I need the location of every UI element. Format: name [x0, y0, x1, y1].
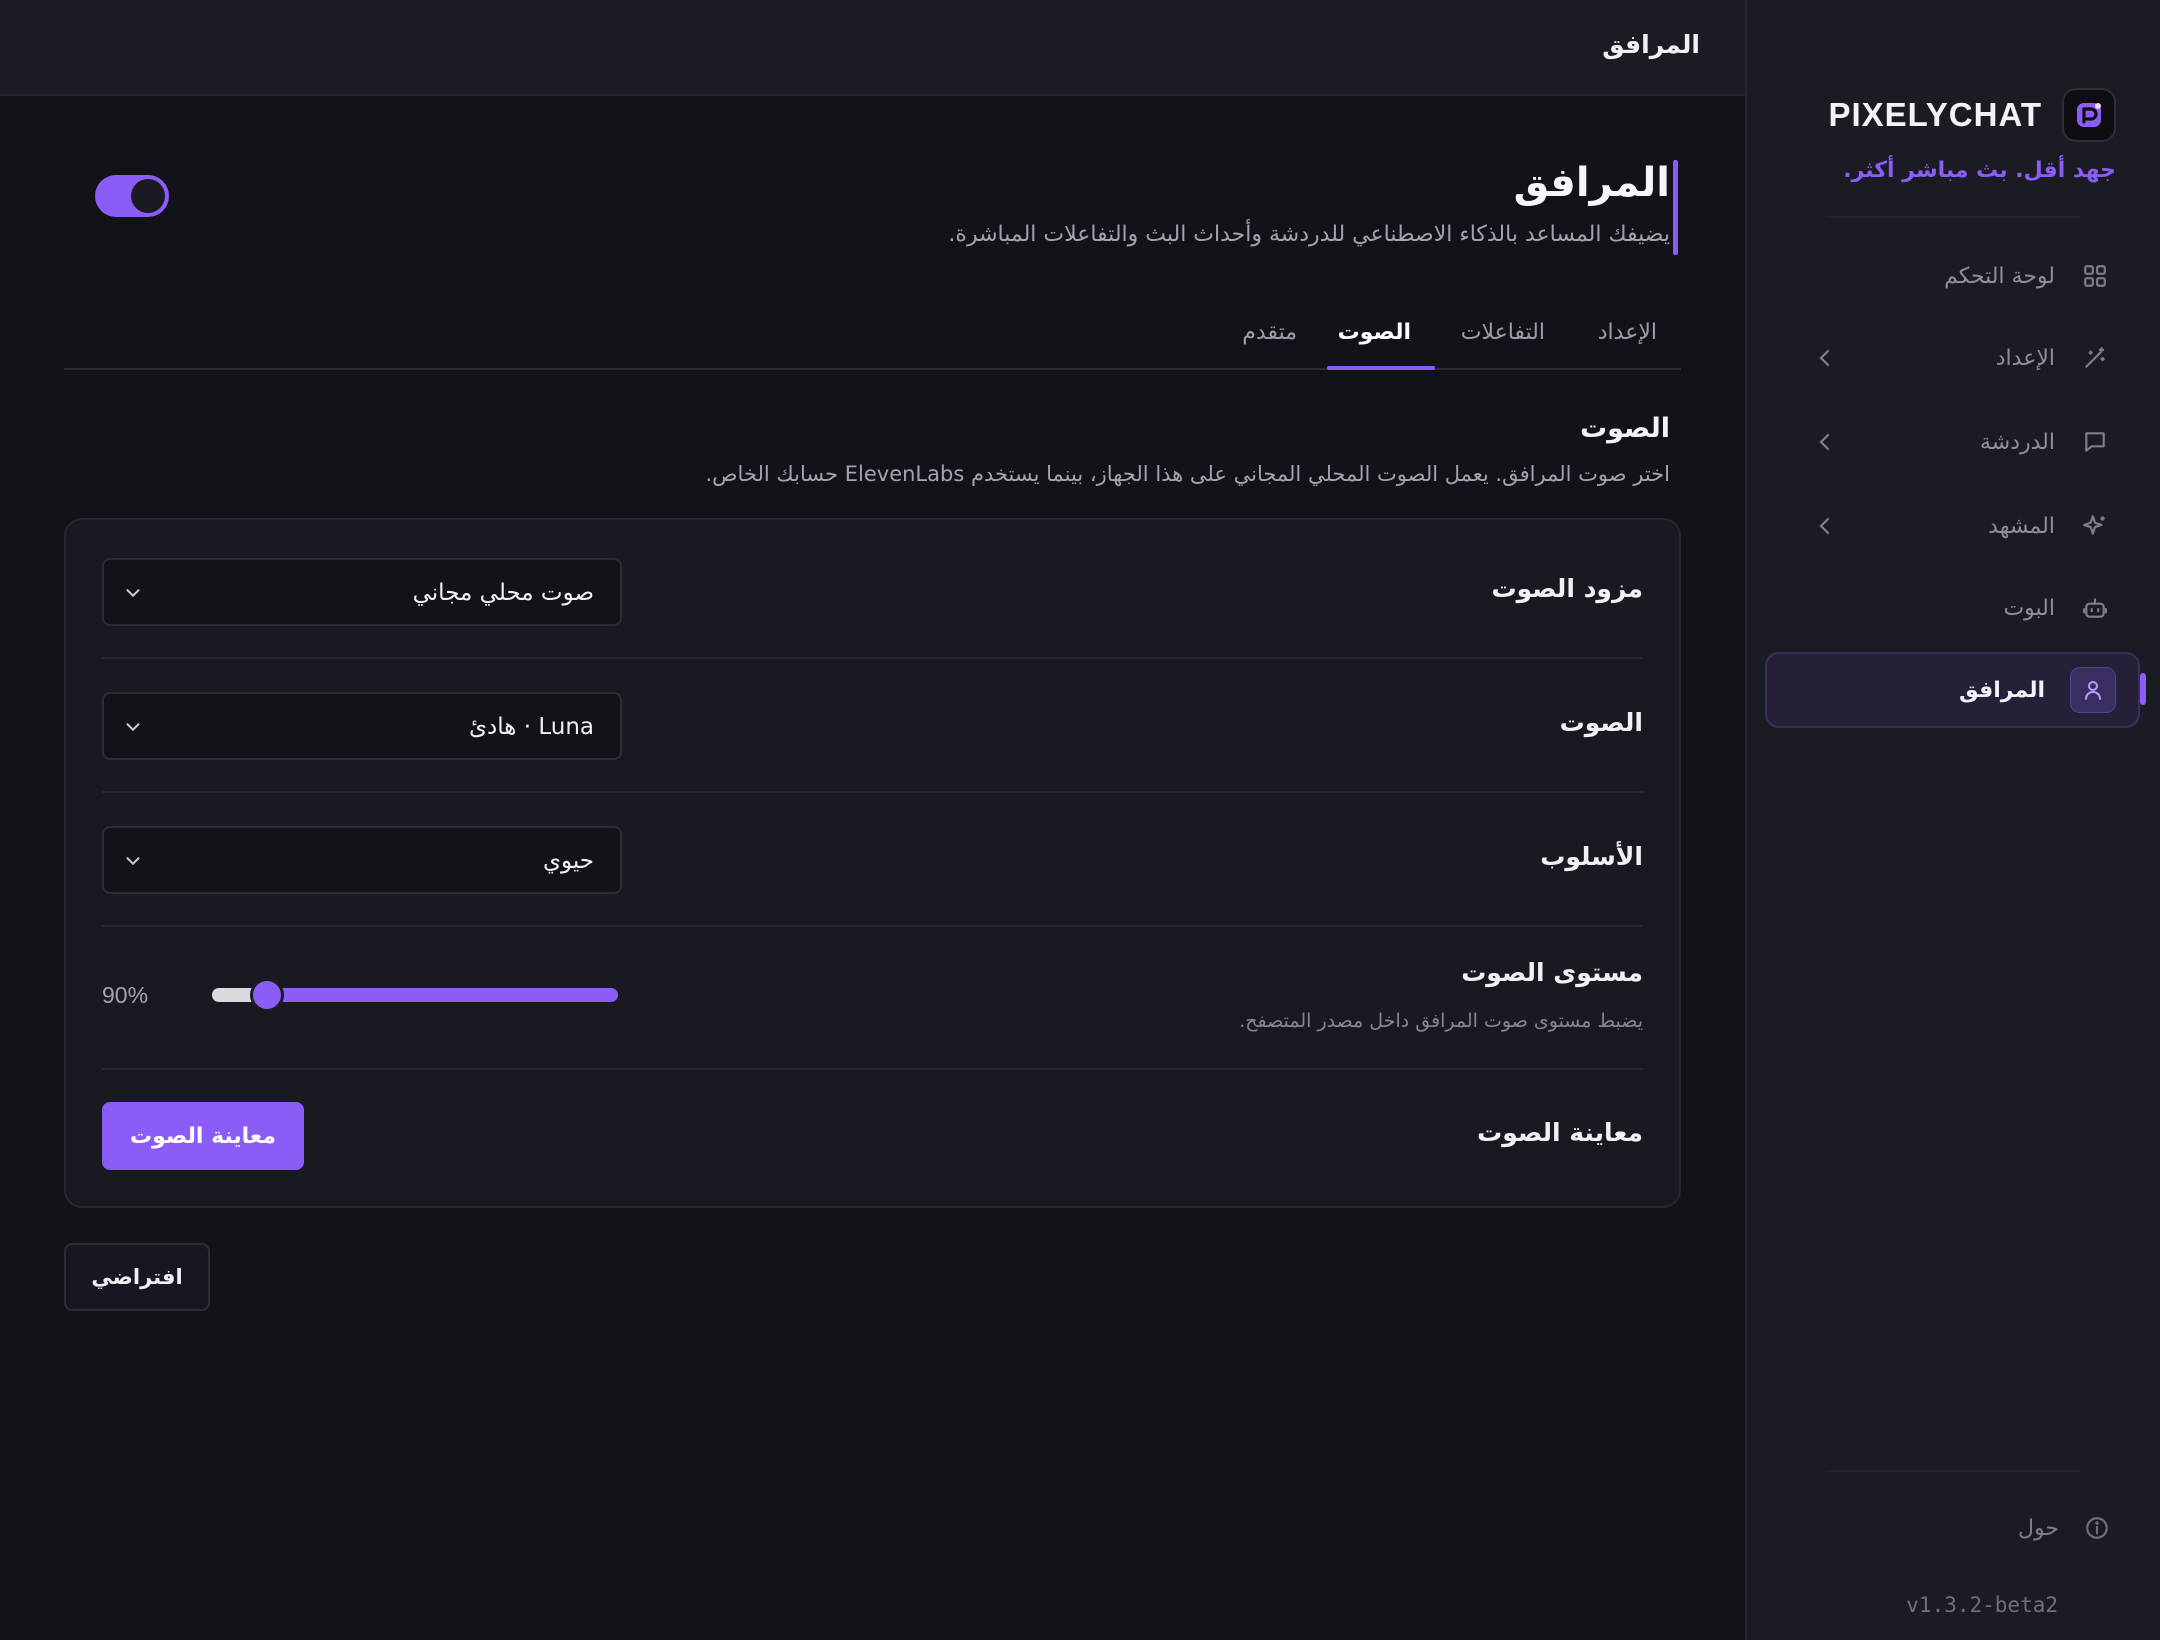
- version-text: v1.3.2-beta2: [1906, 1593, 2058, 1617]
- tab-interactions[interactable]: التفاعلات: [1461, 320, 1545, 370]
- sidebar-item-label: المرافق: [1958, 677, 2045, 703]
- tab-voice[interactable]: الصوت: [1338, 320, 1411, 370]
- chevron-down-icon: [122, 582, 144, 604]
- active-indicator: [2140, 673, 2146, 705]
- brand[interactable]: PIXELYCHAT: [1828, 88, 2116, 142]
- volume-label: مستوى الصوت: [1461, 958, 1643, 987]
- sidebar-item-about[interactable]: حول: [1765, 1508, 2140, 1548]
- voice-select[interactable]: Luna · هادئ: [102, 692, 622, 760]
- sidebar-divider: [1825, 1470, 2080, 1472]
- info-icon: [2084, 1515, 2110, 1541]
- sidebar-item-label: البوت: [2003, 595, 2055, 621]
- sidebar-item-label: المشهد: [1988, 513, 2055, 539]
- bot-icon: [2080, 593, 2110, 623]
- sparkles-icon: [2080, 511, 2110, 541]
- section-description: اختر صوت المرافق. يعمل الصوت المحلي المج…: [705, 462, 1670, 486]
- row-divider: [102, 791, 1643, 793]
- sidebar-item-scene[interactable]: المشهد: [1765, 488, 2140, 564]
- sidebar-item-bot[interactable]: البوت: [1765, 570, 2140, 646]
- voice-select-value: Luna · هادئ: [469, 714, 594, 740]
- chat-bubble-icon: [2080, 427, 2110, 457]
- page-title: المرافق: [1513, 160, 1670, 206]
- volume-hint: يضبط مستوى صوت المرافق داخل مصدر المتصفح…: [1239, 1010, 1643, 1032]
- voice-label: الصوت: [1559, 708, 1643, 737]
- row-divider: [102, 657, 1643, 659]
- section-title: الصوت: [1579, 413, 1670, 444]
- brand-name: PIXELYCHAT: [1828, 96, 2042, 133]
- volume-slider-thumb[interactable]: [250, 978, 284, 1012]
- chevron-left-icon: [1815, 430, 1835, 458]
- provider-select-value: صوت محلي مجاني: [412, 580, 594, 606]
- sidebar-item-companion[interactable]: المرافق: [1765, 652, 2140, 728]
- tab-setup[interactable]: الإعداد: [1598, 320, 1657, 370]
- row-divider: [102, 925, 1643, 927]
- tab-advanced[interactable]: متقدم: [1242, 320, 1297, 370]
- brand-logo-icon: [2062, 88, 2116, 142]
- provider-select[interactable]: صوت محلي مجاني: [102, 558, 622, 626]
- chevron-down-icon: [122, 850, 144, 872]
- user-icon: [2070, 667, 2116, 713]
- reset-default-button[interactable]: افتراضي: [64, 1243, 210, 1311]
- chevron-left-icon: [1815, 514, 1835, 542]
- provider-label: مزود الصوت: [1491, 574, 1644, 603]
- sidebar-item-chat[interactable]: الدردشة: [1765, 404, 2140, 480]
- wand-icon: [2080, 343, 2110, 373]
- style-label: الأسلوب: [1540, 842, 1643, 871]
- volume-value: 90%: [102, 982, 149, 1008]
- header-accent-bar: [1673, 160, 1678, 255]
- sidebar-item-label: لوحة التحكم: [1944, 263, 2055, 289]
- style-select[interactable]: حيوي: [102, 826, 622, 894]
- sidebar-divider: [1825, 216, 2080, 218]
- tab-bar: الإعداد التفاعلات الصوت متقدم: [64, 300, 1681, 370]
- sidebar: PIXELYCHAT جهد أقل. بث مباشر أكثر. لوحة …: [1745, 0, 2160, 1640]
- sidebar-item-label: الدردشة: [1979, 429, 2055, 455]
- preview-voice-button[interactable]: معاينة الصوت: [102, 1102, 304, 1170]
- topbar-title: المرافق: [1602, 30, 1700, 59]
- page-subtitle: يضيفك المساعد بالذكاء الاصطناعي للدردشة …: [948, 222, 1670, 247]
- voice-settings-card: مزود الصوت صوت محلي مجاني الصوت Luna · ه…: [64, 518, 1681, 1208]
- sidebar-item-setup[interactable]: الإعداد: [1765, 320, 2140, 396]
- about-label: حول: [2018, 1515, 2059, 1541]
- chevron-down-icon: [122, 716, 144, 738]
- sidebar-item-dashboard[interactable]: لوحة التحكم: [1765, 238, 2140, 314]
- preview-label: معاينة الصوت: [1477, 1118, 1643, 1147]
- sidebar-item-label: الإعداد: [1995, 345, 2055, 371]
- tagline: جهد أقل. بث مباشر أكثر.: [1843, 158, 2116, 183]
- companion-enabled-toggle[interactable]: [95, 175, 169, 217]
- chevron-left-icon: [1815, 346, 1835, 374]
- grid-icon: [2080, 261, 2110, 291]
- style-select-value: حيوي: [542, 848, 594, 874]
- active-tab-underline: [1327, 366, 1435, 370]
- top-bar: المرافق: [0, 0, 1745, 96]
- row-divider: [102, 1068, 1643, 1070]
- toggle-knob: [131, 179, 165, 213]
